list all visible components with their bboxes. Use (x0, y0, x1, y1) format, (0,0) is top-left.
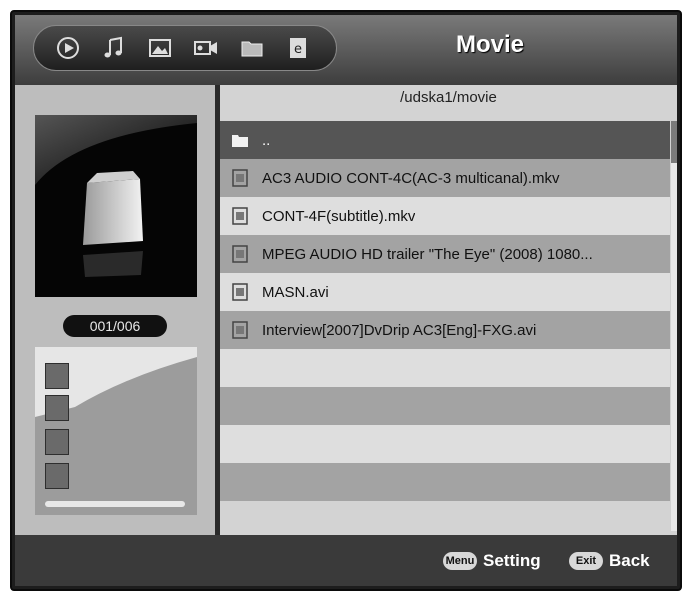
category-panel (35, 347, 197, 515)
list-item-label: CONT-4F(subtitle).mkv (262, 207, 416, 225)
media-player-screen: e Movie 001/006 /udska1/movie .. AC3 AUD… (15, 15, 677, 586)
empty-row (220, 349, 670, 387)
list-item[interactable]: MPEG AUDIO HD trailer "The Eye" (2008) 1… (220, 235, 670, 273)
list-item-label: MPEG AUDIO HD trailer "The Eye" (2008) 1… (262, 245, 593, 263)
empty-row (220, 387, 670, 425)
film-strip-icon (230, 206, 250, 226)
list-item-label: AC3 AUDIO CONT-4C(AC-3 multicanal).mkv (262, 169, 560, 187)
setting-label: Setting (483, 551, 541, 570)
current-path: /udska1/movie (400, 89, 497, 106)
header: e Movie (15, 15, 677, 85)
exit-key-badge: Exit (569, 552, 603, 570)
video-camera-icon[interactable] (188, 32, 224, 64)
list-item[interactable]: Interview[2007]DvDrip AC3[Eng]-FXG.avi (220, 311, 670, 349)
left-panel: 001/006 (15, 85, 215, 535)
file-counter: 001/006 (63, 315, 167, 337)
setting-hint[interactable]: Menu Setting (443, 551, 541, 571)
menu-key-badge: Menu (443, 552, 477, 570)
scrollbar[interactable] (671, 121, 677, 531)
category-indicator-bar (45, 501, 185, 507)
person-icon[interactable] (45, 395, 69, 421)
film-strip-icon (230, 320, 250, 340)
landscape-photo-icon[interactable] (45, 363, 69, 389)
list-item-label: MASN.avi (262, 283, 329, 301)
list-item[interactable]: CONT-4F(subtitle).mkv (220, 197, 670, 235)
film-file-graphic (35, 115, 197, 297)
music-photo-icon[interactable] (45, 463, 69, 489)
empty-row (220, 425, 670, 463)
photo-icon[interactable] (142, 32, 178, 64)
film-strip-icon (230, 282, 250, 302)
folder-icon[interactable] (234, 32, 270, 64)
music-note-icon[interactable] (96, 32, 132, 64)
monitor-icon[interactable] (45, 429, 69, 455)
page-title: Movie (455, 31, 524, 58)
film-strip-icon (230, 244, 250, 264)
media-type-toolbar: e (33, 25, 337, 71)
ebook-icon[interactable]: e (280, 32, 316, 64)
list-item-label: Interview[2007]DvDrip AC3[Eng]-FXG.avi (262, 321, 537, 339)
back-hint[interactable]: Exit Back (569, 551, 650, 571)
file-browser: /udska1/movie .. AC3 AUDIO CONT-4C(AC-3 … (220, 85, 677, 535)
film-strip-icon (230, 168, 250, 188)
list-item-parent-folder[interactable]: .. (220, 121, 670, 159)
file-list: .. AC3 AUDIO CONT-4C(AC-3 multicanal).mk… (220, 121, 670, 501)
list-item[interactable]: MASN.avi (220, 273, 670, 311)
list-item[interactable]: AC3 AUDIO CONT-4C(AC-3 multicanal).mkv (220, 159, 670, 197)
play-icon[interactable] (50, 32, 86, 64)
preview-thumbnail (35, 115, 197, 297)
list-item-label: .. (262, 131, 271, 149)
scrollbar-thumb[interactable] (671, 121, 677, 163)
empty-row (220, 463, 670, 501)
folder-icon (230, 130, 250, 150)
svg-text:e: e (294, 42, 302, 57)
footer: Menu Setting Exit Back (15, 535, 677, 586)
back-label: Back (609, 551, 650, 570)
